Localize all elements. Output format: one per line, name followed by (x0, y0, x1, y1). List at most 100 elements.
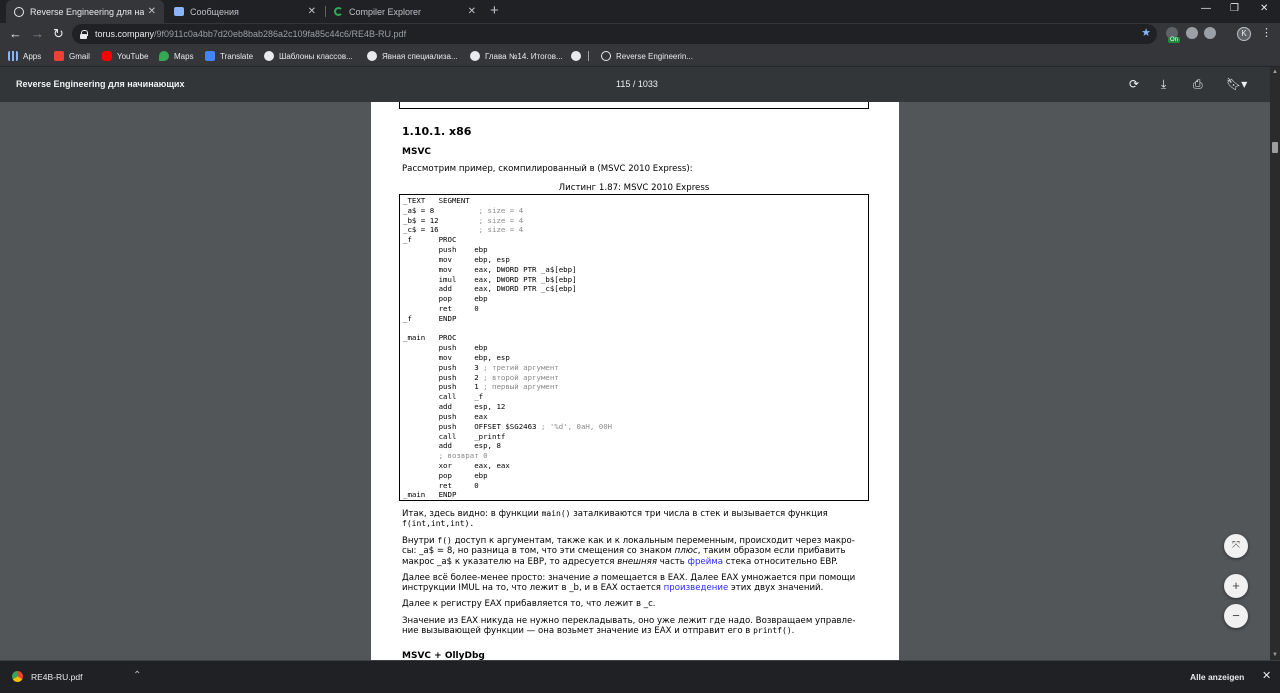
code-line: _a$ = 8 ; size = 4 (403, 205, 524, 215)
chevron-up-icon[interactable]: ⌃ (133, 670, 141, 681)
code-line: ret 0 (403, 303, 479, 313)
pdf-title: Reverse Engineering для начинающих (16, 79, 185, 89)
show-all-button[interactable]: Alle anzeigen (1190, 672, 1244, 682)
code-line: imul eax, DWORD PTR _b$[ebp] (403, 274, 577, 284)
bookmark-label: Шаблоны классов... (279, 51, 353, 61)
code-line: _main PROC (403, 333, 457, 343)
minimize-button[interactable]: — (1201, 3, 1211, 14)
code-line: mov ebp, esp (403, 353, 510, 362)
paragraph-5: Значение из EAX никуда не нужно переклад… (402, 616, 856, 637)
print-icon[interactable]: ⎙ (1193, 77, 1203, 92)
listing-caption: Листинг 1.87: MSVC 2010 Express (558, 183, 710, 193)
site-r-icon (367, 51, 377, 61)
zoom-in-button[interactable]: + (1224, 574, 1248, 598)
tab-title: Сообщения (190, 6, 239, 17)
bookmark-specialization[interactable]: Явная специализа... (367, 49, 458, 63)
paragraph-4: Далее к регистру EAX прибавляется то, чт… (402, 599, 656, 609)
fit-page-button[interactable]: ⤧ (1224, 534, 1248, 558)
code-line: _TEXT SEGMENT (403, 196, 470, 205)
close-tab-icon[interactable]: ✕ (148, 6, 156, 17)
bookmark-reverse-engineering[interactable]: Reverse Engineerin... (601, 49, 693, 63)
code-line: mov eax, DWORD PTR _a$[ebp] (403, 264, 577, 274)
link-product[interactable]: произведение (664, 583, 729, 593)
bookmark-star-icon[interactable]: ★ (1141, 26, 1151, 39)
site-r-icon (470, 51, 480, 61)
youtube-icon (102, 51, 112, 61)
url-host: torus.company (95, 29, 155, 39)
gmail-icon (54, 51, 64, 61)
bookmark-templates[interactable]: Шаблоны классов... (264, 49, 353, 63)
menu-icon[interactable]: ⋮ (1261, 26, 1272, 39)
forward-button[interactable]: → (31, 26, 44, 42)
new-tab-button[interactable]: + (490, 2, 499, 19)
bookmark-maps[interactable]: Maps (159, 49, 194, 63)
code-line: _c$ = 16 ; size = 4 (403, 225, 524, 235)
rotate-icon[interactable]: ⟳ (1129, 77, 1139, 91)
code-line: _main ENDP (403, 490, 457, 500)
code-line: _b$ = 12 ; size = 4 (403, 215, 524, 225)
bookmark-label: Gmail (69, 51, 90, 61)
url-path: /9f0911c0a4bb7d20eb8bab286a2c109fa85c44c… (154, 29, 407, 39)
bookmark-youtube[interactable]: YouTube (102, 49, 148, 63)
bookmark-separator (588, 49, 589, 63)
page-indicator[interactable]: 115 / 1033 (616, 79, 658, 89)
reload-button[interactable]: ↻ (53, 26, 64, 42)
paragraph-2: Внутри f() доступ к аргументам, также ка… (402, 536, 855, 567)
bookmark-menu-icon[interactable]: 🔖︎▾ (1226, 77, 1247, 91)
profile-avatar[interactable]: K (1237, 27, 1251, 41)
bookmark-gmail[interactable]: Gmail (54, 49, 90, 63)
pdf-viewer[interactable]: 1.10.1. x86 MSVC Рассмотрим пример, ском… (0, 102, 1270, 660)
site-r-icon (264, 51, 274, 61)
chrome-icon (12, 671, 23, 682)
back-button[interactable]: ← (9, 26, 22, 42)
code-line: push ebp (403, 245, 488, 255)
bookmark-apps[interactable]: Apps (8, 49, 41, 63)
bookmark-translate[interactable]: Translate (205, 49, 253, 63)
code-line: add esp, 8 (403, 441, 501, 451)
download-item[interactable]: RE4B-RU.pdf (12, 671, 83, 682)
scroll-up-icon[interactable]: ▲ (1272, 69, 1278, 75)
link-frame[interactable]: фрейма (688, 557, 723, 567)
lock-icon (80, 30, 88, 39)
globe-icon (601, 51, 611, 61)
tab-compiler-explorer[interactable]: Compiler Explorer ✕ (326, 0, 484, 23)
address-bar[interactable]: torus.company/9f0911c0a4bb7d20eb8bab286a… (72, 24, 1157, 44)
browser-toolbar: ← → ↻ torus.company/9f0911c0a4bb7d20eb8b… (0, 23, 1280, 45)
globe-icon (14, 6, 24, 17)
github-icon (571, 51, 581, 61)
code-listing: _TEXT SEGMENT _a$ = 8 ; size = 4 _b$ = 12 … (399, 194, 869, 501)
close-tab-icon[interactable]: ✕ (468, 6, 476, 17)
extension-icon[interactable] (1186, 27, 1198, 39)
code-line: push ebp (403, 343, 488, 353)
viewer-scrollbar[interactable]: ▲ ▼ (1270, 67, 1280, 660)
code-line: xor eax, eax (403, 460, 510, 470)
scroll-down-icon[interactable]: ▼ (1272, 652, 1278, 658)
downloads-bar: RE4B-RU.pdf ⌃ Alle anzeigen ✕ (0, 660, 1280, 693)
maximize-button[interactable]: ❐ (1230, 3, 1239, 14)
close-window-button[interactable]: ✕ (1260, 3, 1268, 14)
zoom-out-button[interactable]: − (1224, 604, 1248, 628)
apps-grid-icon (8, 51, 18, 61)
bookmark-label: Maps (174, 51, 194, 61)
tab-messages[interactable]: Сообщения ✕ (166, 0, 324, 23)
scrollbar-thumb[interactable] (1272, 142, 1278, 153)
bookmark-label: Reverse Engineerin... (616, 51, 693, 61)
extension-icon[interactable] (1204, 27, 1216, 39)
bookmark-github[interactable] (571, 49, 586, 63)
code-line: push 3 ; третий аргумент (403, 362, 559, 372)
previous-listing-box (399, 102, 869, 109)
tab-title: Reverse Engineering для начина (30, 6, 144, 17)
code-line: add esp, 12 (403, 402, 506, 412)
close-downloads-icon[interactable]: ✕ (1262, 669, 1271, 682)
translate-icon (205, 51, 215, 61)
tab-title: Compiler Explorer (349, 6, 422, 17)
bookmark-label: Apps (23, 51, 42, 61)
close-tab-icon[interactable]: ✕ (308, 6, 316, 17)
tab-reverse-engineering[interactable]: Reverse Engineering для начина ✕ (6, 0, 164, 23)
intro-paragraph: Рассмотрим пример, скомпилированный в (M… (402, 164, 693, 174)
code-line: _f ENDP (403, 313, 457, 323)
download-icon[interactable]: ⤓ (1161, 77, 1166, 92)
code-line: ; возврат 0 (438, 451, 488, 461)
bookmark-chapter14[interactable]: Глава №14. Итогов... (470, 49, 563, 63)
